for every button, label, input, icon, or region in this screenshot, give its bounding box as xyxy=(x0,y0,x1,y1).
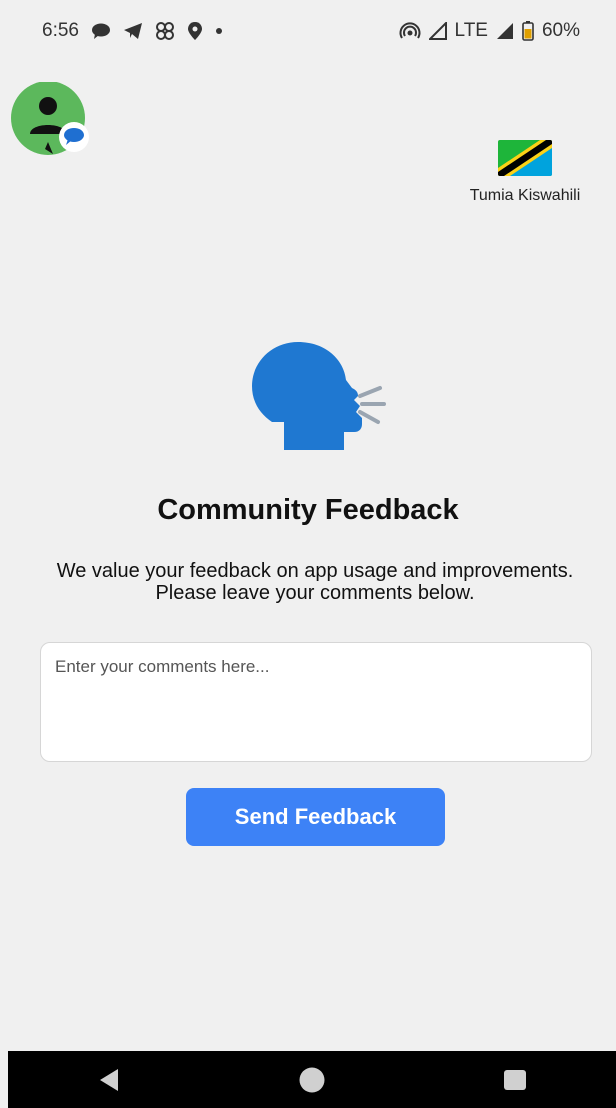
send-feedback-button[interactable]: Send Feedback xyxy=(186,788,445,846)
page-description: We value your feedback on app usage and … xyxy=(56,560,574,604)
comments-input[interactable] xyxy=(40,642,592,762)
status-bar: 6:56 LTE 60% xyxy=(0,0,616,62)
signal-icon xyxy=(496,22,514,40)
hotspot-icon xyxy=(399,22,421,40)
home-icon[interactable] xyxy=(282,1055,342,1105)
network-type: LTE xyxy=(454,20,488,41)
status-right: LTE 60% xyxy=(399,20,580,42)
chat-head-button[interactable] xyxy=(8,81,92,155)
signal-icon xyxy=(428,22,447,40)
telegram-icon xyxy=(123,22,143,40)
language-toggle[interactable]: Tumia Kiswahili xyxy=(460,140,590,205)
recents-icon[interactable] xyxy=(485,1055,545,1105)
back-icon[interactable] xyxy=(79,1055,139,1105)
battery-icon xyxy=(522,21,534,41)
person-chat-icon xyxy=(11,81,89,155)
navigation-bar xyxy=(8,1051,616,1108)
status-left: 6:56 xyxy=(42,20,223,42)
speaking-head-icon xyxy=(250,340,390,457)
pinwheel-icon xyxy=(155,21,175,41)
status-time: 6:56 xyxy=(42,20,79,41)
battery-level: 60% xyxy=(541,20,580,41)
chat-bubble-icon xyxy=(91,22,111,40)
page-title: Community Feedback xyxy=(157,494,459,526)
language-toggle-label: Tumia Kiswahili xyxy=(469,187,581,204)
tanzania-flag-icon xyxy=(460,140,590,181)
dot-icon xyxy=(215,27,223,35)
location-pin-icon xyxy=(187,21,203,41)
